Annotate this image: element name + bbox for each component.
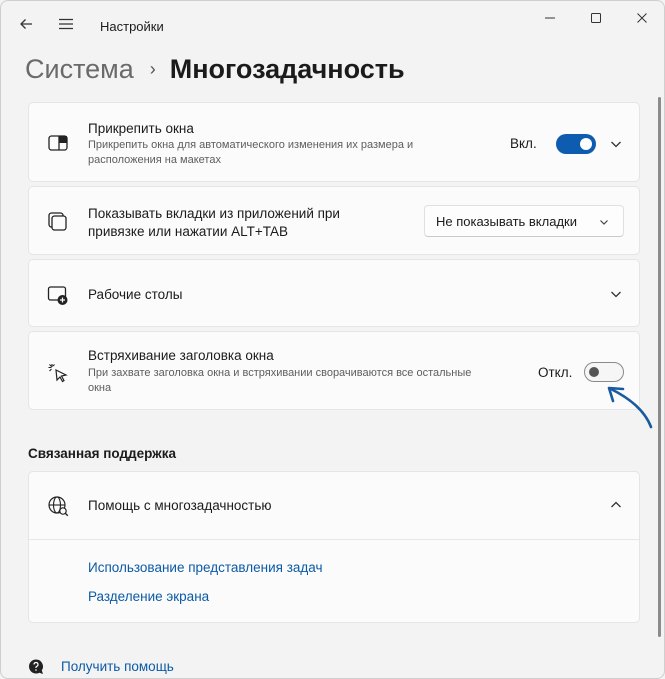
snap-title: Прикрепить окна (88, 121, 194, 136)
maximize-button[interactable] (573, 1, 619, 35)
snap-toggle-label: Вкл. (510, 136, 537, 151)
page-title: Многозадачность (169, 53, 405, 84)
shake-description-line1: При захвате заголовка окна и встряхивани… (88, 367, 472, 379)
back-button[interactable] (11, 9, 41, 39)
shake-title: Встряхивание заголовка окна (88, 348, 274, 363)
close-button[interactable] (619, 1, 664, 35)
snap-toggle[interactable] (556, 134, 596, 154)
shake-cursor-icon (48, 364, 68, 383)
breadcrumb-parent[interactable]: Система (25, 54, 134, 85)
title-bar: Настройки (1, 1, 664, 51)
help-chat-icon (29, 659, 43, 674)
scrollbar[interactable] (658, 97, 661, 637)
related-support-heading: Связанная поддержка (28, 446, 177, 461)
desktops-card[interactable]: Рабочие столы (28, 259, 640, 327)
alt-tab-title-line1: Показывать вкладки из приложений при (88, 206, 340, 221)
virtual-desktop-add-icon (47, 286, 68, 305)
link-split-screen[interactable]: Разделение экрана (88, 589, 209, 604)
settings-window: Настройки Система › Многозадачность Прик… (0, 0, 665, 679)
card-divider (29, 539, 639, 540)
window-stack-icon (48, 212, 67, 231)
breadcrumb: Система › Многозадачность (25, 49, 405, 89)
chevron-down-icon[interactable] (609, 137, 623, 151)
help-title: Помощь с многозадачностью (88, 498, 272, 513)
alt-tab-title-line2: привязке или нажатии ALT+TAB (88, 224, 289, 239)
minimize-icon (545, 17, 555, 19)
alt-tab-dropdown[interactable]: Не показывать вкладки (424, 205, 624, 237)
chevron-down-icon[interactable] (609, 287, 623, 301)
dropdown-chevron-icon (600, 220, 608, 225)
chevron-up-icon[interactable] (609, 498, 623, 512)
close-icon (637, 13, 647, 23)
snap-layout-icon (48, 135, 68, 151)
link-task-view[interactable]: Использование представления задач (88, 560, 323, 575)
annotation-arrow-icon (607, 386, 653, 429)
alt-tab-dropdown-value: Не показывать вкладки (436, 214, 577, 229)
back-arrow-icon (20, 19, 32, 29)
alt-tab-card: Показывать вкладки из приложений при при… (28, 186, 640, 255)
breadcrumb-separator-icon: › (149, 58, 156, 79)
desktops-title: Рабочие столы (88, 287, 183, 302)
app-title: Настройки (100, 19, 164, 34)
shake-toggle-label: Откл. (538, 365, 573, 380)
snap-windows-card[interactable]: Прикрепить окна Прикрепить окна для авто… (28, 102, 640, 182)
minimize-button[interactable] (527, 1, 573, 35)
shake-description-line2: окна (88, 382, 112, 394)
globe-help-icon (48, 496, 69, 517)
maximize-icon (591, 13, 601, 23)
hamburger-icon (59, 18, 73, 30)
title-bar-shake-card: Встряхивание заголовка окна При захвате … (28, 331, 640, 410)
snap-description-line1: Прикрепить окна для автоматического изме… (88, 139, 414, 151)
help-expander-header[interactable]: Помощь с многозадачностью (29, 472, 639, 539)
get-help-row[interactable]: Получить помощь (27, 657, 227, 677)
menu-button[interactable] (51, 9, 81, 39)
related-support-card: Помощь с многозадачностью Использование … (28, 471, 640, 623)
snap-description-line2: расположения на макетах (88, 154, 221, 166)
get-help-link[interactable]: Получить помощь (61, 659, 174, 674)
